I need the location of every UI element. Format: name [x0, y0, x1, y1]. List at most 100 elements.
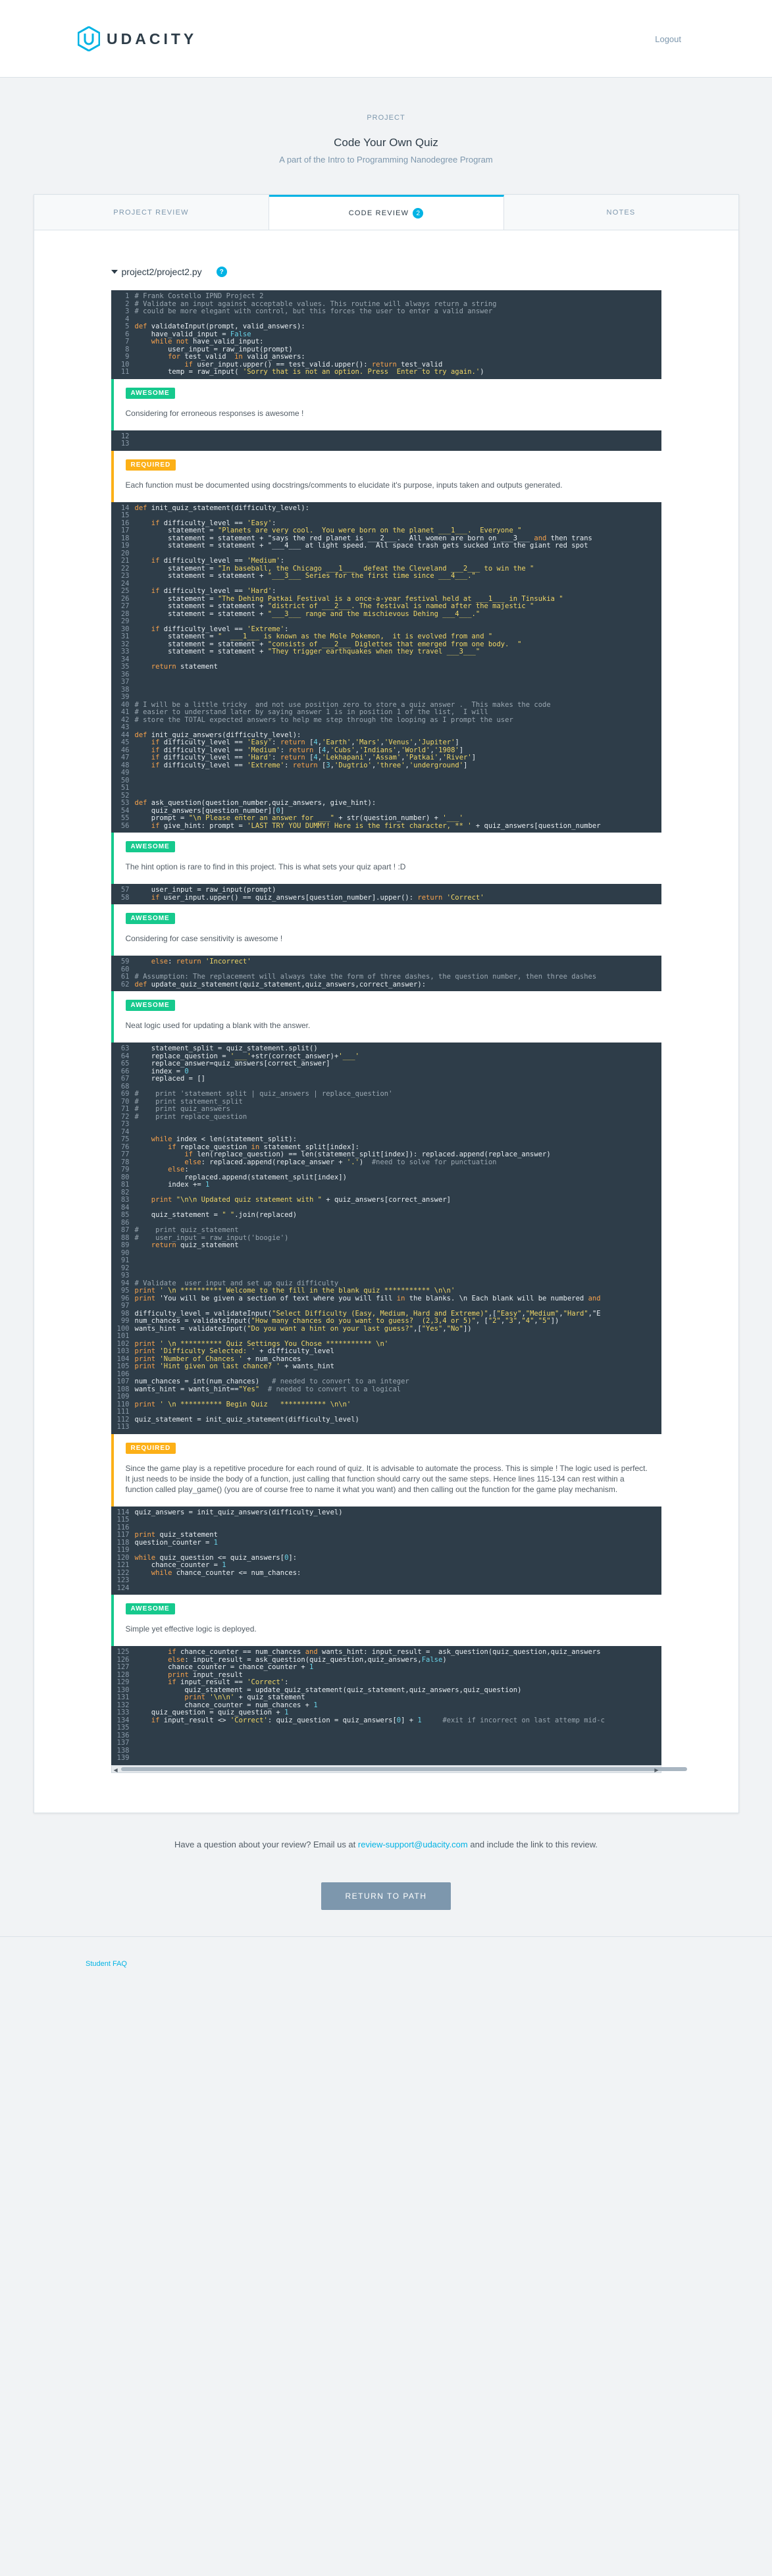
code-line[interactable]: 13	[111, 440, 661, 448]
code-line[interactable]: 3 # could be more elegant with control, b…	[111, 307, 661, 316]
code-line[interactable]: 100 wants_hint = validateInput("Do you wa…	[111, 1325, 661, 1333]
line-number: 47	[120, 754, 130, 761]
line-text: # print 'statement split | quiz_answers …	[134, 1090, 393, 1098]
code-line[interactable]: 33 statement = statement + "They trigger…	[111, 648, 661, 656]
code-line[interactable]: 92	[111, 1264, 661, 1273]
code-block: 59 else: return 'Incorrect' 60 61 # Assumpt…	[111, 956, 661, 991]
code-line[interactable]: 48 if difficulty_level == 'Extreme': ret…	[111, 761, 661, 770]
code-line[interactable]: 50	[111, 777, 661, 785]
line-text: else:	[168, 1166, 189, 1173]
line-number: 8	[125, 345, 130, 353]
code-line[interactable]: 105 print 'Hint given on last chance? ' +…	[111, 1362, 661, 1371]
student-faq-link[interactable]: Student FAQ	[86, 1960, 127, 1968]
code-line[interactable]: 108 wants_hint = wants_hint=="Yes" # need…	[111, 1385, 661, 1394]
code-line[interactable]: 123	[111, 1576, 661, 1585]
code-line[interactable]: 113	[111, 1423, 661, 1431]
code-line[interactable]: 124	[111, 1584, 661, 1593]
code-line[interactable]: 72 # print replace_question	[111, 1112, 661, 1121]
line-text: return statement	[151, 663, 218, 671]
code-line[interactable]: 112 quiz_statement = init_quiz_statement(…	[111, 1416, 661, 1424]
code-line[interactable]: 118 question_counter = 1	[111, 1539, 661, 1547]
code-line[interactable]: 35 return statement	[111, 663, 661, 671]
code-line[interactable]: 49	[111, 769, 661, 777]
code-line[interactable]: 62 def update_quiz_statement(quiz_stateme…	[111, 981, 661, 989]
line-number: 27	[120, 602, 130, 610]
code-line[interactable]: 85 quiz_statement = " ".join(replaced)	[111, 1211, 661, 1220]
code-line[interactable]: 73	[111, 1120, 661, 1129]
code-line[interactable]: 38	[111, 686, 661, 694]
scrollbar-thumb[interactable]	[120, 1766, 687, 1771]
line-number: 69	[120, 1090, 130, 1098]
awesome-comment: AWESOME Neat logic used for updating a bl…	[111, 991, 661, 1043]
comment-text: Each function must be documented using d…	[125, 480, 563, 490]
line-number: 73	[120, 1120, 130, 1128]
line-text: index = 0	[134, 1067, 189, 1075]
code-line[interactable]: 37	[111, 678, 661, 686]
code-line[interactable]: 14 def init_quiz_statement(difficulty_lev…	[111, 504, 661, 513]
file-header[interactable]: project2/project2.py ?	[111, 267, 661, 277]
code-line[interactable]: 110 print ' \n ********** Begin Quiz ****…	[111, 1401, 661, 1409]
scroll-left-icon[interactable]: ◀	[114, 1767, 118, 1773]
scroll-right-icon[interactable]: ▶	[654, 1767, 658, 1773]
code-line[interactable]: 65 replace_answer=quiz_answers[correct_a…	[111, 1060, 661, 1068]
code-line[interactable]: 114 quiz_answers = init_quiz_answers(diff…	[111, 1508, 661, 1517]
line-text: # print replace_question	[134, 1112, 247, 1121]
support-email-link[interactable]: review-support@udacity.com	[358, 1840, 468, 1849]
horizontal-scrollbar[interactable]: ◀ ▶	[111, 1765, 687, 1773]
line-number: 103	[116, 1347, 130, 1355]
code-line[interactable]: 136	[111, 1732, 661, 1740]
code-line[interactable]: 137	[111, 1739, 661, 1747]
code-line[interactable]: 96 print 'You will be given a section of …	[111, 1295, 661, 1303]
return-to-path-button[interactable]: RETURN TO PATH	[321, 1882, 451, 1910]
line-number: 79	[120, 1166, 130, 1173]
udacity-logo[interactable]: UDACITY	[78, 26, 197, 51]
code-line[interactable]: 12	[111, 432, 661, 441]
code-line[interactable]: 91	[111, 1256, 661, 1265]
code-line[interactable]: 90	[111, 1249, 661, 1258]
code-line[interactable]: 78 else: replaced.append(replace_answer …	[111, 1158, 661, 1167]
code-line[interactable]: 134 if input_result <> 'Correct': quiz_q…	[111, 1716, 661, 1725]
help-icon[interactable]: ?	[216, 267, 227, 277]
code-line[interactable]: 67 replaced = []	[111, 1075, 661, 1083]
code-line[interactable]: 58 if user_input.upper() == quiz_answers…	[111, 894, 661, 902]
tab-project-review[interactable]: PROJECT REVIEW	[34, 195, 269, 230]
code-line[interactable]: 19 statement = statement + "___4___ at l…	[111, 542, 661, 550]
logout-link[interactable]: Logout	[655, 34, 681, 44]
code-line[interactable]: 83 print "\n\n Updated quiz statement wi…	[111, 1196, 661, 1204]
code-line[interactable]: 11 temp = raw_input( 'Sorry that is not …	[111, 368, 661, 376]
line-number: 97	[120, 1302, 130, 1310]
tab-notes[interactable]: NOTES	[503, 195, 738, 230]
line-text: statement = statement + "___3___ range a…	[134, 609, 480, 618]
code-line[interactable]: 56 if give_hint: prompt = 'LAST TRY YOU …	[111, 822, 661, 831]
line-text: return quiz_statement	[151, 1241, 239, 1249]
code-line[interactable]: 122 while chance_counter <= num_chances:	[111, 1569, 661, 1578]
collapse-triangle-icon[interactable]	[111, 270, 118, 274]
line-number: 101	[116, 1332, 130, 1340]
line-text: # could be more elegant with control, bu…	[134, 307, 493, 315]
line-text: quiz_answers = init_quiz_answers(difficu…	[134, 1508, 343, 1516]
line-text: while quiz_question <= quiz_answers[0]:	[134, 1553, 297, 1562]
code-block: 114 quiz_answers = init_quiz_answers(diff…	[111, 1506, 661, 1595]
code-line[interactable]: 51	[111, 784, 661, 792]
code-line[interactable]: 115	[111, 1516, 661, 1524]
return-button-wrap: RETURN TO PATH	[0, 1882, 772, 1910]
code-line[interactable]: 135	[111, 1724, 661, 1732]
code-line[interactable]: 59 else: return 'Incorrect'	[111, 958, 661, 966]
line-number: 41	[120, 708, 130, 716]
code-line[interactable]: 139	[111, 1754, 661, 1763]
code-line[interactable]: 138	[111, 1747, 661, 1755]
code-line[interactable]: 23 statement = statement + "___3___ Seri…	[111, 572, 661, 580]
tab-label: NOTES	[606, 208, 636, 217]
line-text: statement = statement + "They trigger ea…	[134, 648, 480, 656]
code-line[interactable]: 42 # store the TOTAL expected answers to …	[111, 716, 661, 725]
code-line[interactable]: 36	[111, 671, 661, 679]
line-text: # Validate user input and set up quiz di…	[134, 1279, 339, 1287]
required-comment: REQUIRED Since the game play is a repetit…	[111, 1433, 661, 1507]
line-text: statement = statement + "___4___ at ligh…	[134, 542, 588, 550]
code-line[interactable]: 28 statement = statement + "___3___ rang…	[111, 609, 661, 619]
line-number: 39	[120, 693, 130, 701]
tab-code-review[interactable]: CODE REVIEW 2	[269, 195, 504, 230]
line-text: replace_question = '___'+str(correct_ans…	[134, 1052, 359, 1060]
code-line[interactable]: 89 return quiz_statement	[111, 1241, 661, 1250]
code-line[interactable]: 81 index += 1	[111, 1181, 661, 1189]
